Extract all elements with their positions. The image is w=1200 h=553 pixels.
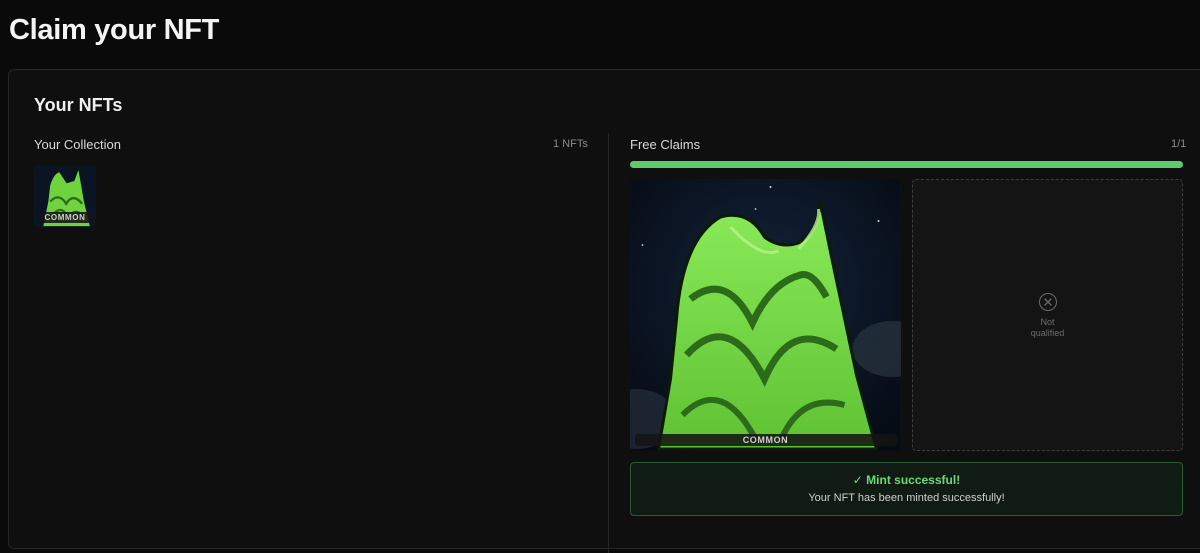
mint-success-alert: ✓ Mint successful! Your NFT has been min…	[630, 462, 1183, 516]
x-circle-icon	[1039, 293, 1057, 311]
claims-progress-fill	[630, 161, 1183, 168]
free-claims-label: Free Claims	[630, 137, 701, 152]
column-divider	[608, 133, 609, 553]
locked-claim-slot: Not qualified	[912, 179, 1183, 451]
collection-nft-thumbnail[interactable]: COMMON	[34, 165, 96, 227]
collection-count: 1 NFTs	[553, 138, 588, 150]
rarity-badge: COMMON	[634, 434, 897, 446]
claimed-nft-card[interactable]: COMMON	[630, 179, 901, 451]
collection-label: Your Collection	[34, 137, 121, 152]
success-title: ✓ Mint successful!	[852, 473, 961, 487]
nft-artwork	[630, 179, 901, 451]
success-message: Your NFT has been minted successfully!	[808, 492, 1005, 504]
claims-progress-bar	[630, 161, 1183, 168]
rarity-badge: COMMON	[39, 212, 91, 223]
page-title: Claim your NFT	[9, 14, 220, 46]
nfts-card: Your NFTs Your Collection 1 NFTs COMMON …	[8, 69, 1200, 553]
section-title: Your NFTs	[34, 95, 123, 115]
not-qualified-label: Not qualified	[1030, 317, 1065, 338]
free-claims-count: 1/1	[1171, 138, 1187, 150]
